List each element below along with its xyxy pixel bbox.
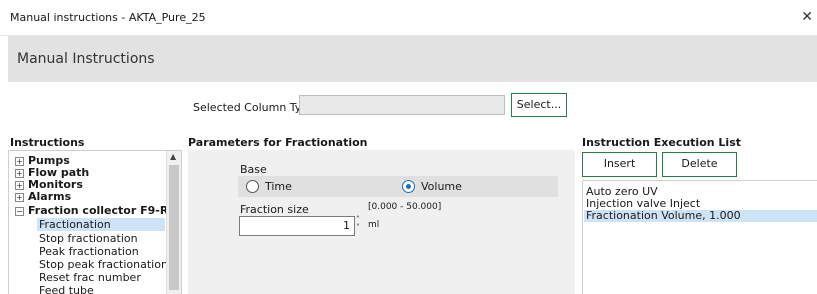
page-title: Manual Instructions bbox=[17, 51, 155, 67]
scrollbar-thumb[interactable] bbox=[169, 165, 179, 290]
execution-list-title: Instruction Execution List bbox=[582, 136, 742, 149]
instructions-title: Instructions bbox=[10, 136, 85, 149]
execution-list: Auto zero UV Injection valve Inject Frac… bbox=[582, 180, 817, 294]
fraction-size-input[interactable]: 1 bbox=[239, 216, 355, 236]
fraction-size-range: [0.000 - 50.000] bbox=[368, 202, 442, 212]
delete-button[interactable]: Delete bbox=[662, 152, 737, 177]
parameters-title: Parameters for Fractionation bbox=[188, 136, 368, 149]
title-bar: Manual instructions - AKTA_Pure_25 ✕ bbox=[0, 0, 817, 36]
column-type-label: Selected Column Type bbox=[193, 101, 316, 114]
expand-icon[interactable]: + bbox=[15, 193, 24, 202]
tree-group-fraction-collector[interactable]: − Fraction collector F9-R bbox=[15, 204, 168, 217]
expand-icon[interactable]: + bbox=[15, 169, 24, 178]
tree-item-stop-peak-fractionation[interactable]: Stop peak fractionation bbox=[39, 258, 168, 271]
close-icon[interactable]: ✕ bbox=[801, 9, 813, 25]
radio-time-label: Time bbox=[265, 180, 292, 193]
collapse-icon[interactable]: − bbox=[15, 207, 24, 216]
insert-button[interactable]: Insert bbox=[582, 152, 657, 177]
expand-icon[interactable]: + bbox=[15, 181, 24, 190]
tree-item-peak-fractionation[interactable]: Peak fractionation bbox=[39, 245, 139, 258]
scroll-up-icon[interactable]: ▲ bbox=[170, 152, 176, 161]
execution-item-selected[interactable]: Fractionation Volume, 1.000 bbox=[584, 210, 817, 222]
radio-time[interactable]: Time bbox=[246, 180, 292, 193]
radio-volume-label: Volume bbox=[421, 180, 462, 193]
fraction-size-unit: ml bbox=[368, 220, 380, 230]
parameters-panel: Base Time Volume Fraction size [0.000 - … bbox=[188, 150, 575, 294]
tree-group-label: Alarms bbox=[28, 190, 72, 203]
tree-group-alarms[interactable]: + Alarms bbox=[15, 190, 71, 203]
radio-unchecked-icon[interactable] bbox=[246, 180, 259, 193]
window-title: Manual instructions - AKTA_Pure_25 bbox=[10, 11, 206, 24]
base-label: Base bbox=[240, 163, 267, 176]
tree-item-fractionation[interactable]: Fractionation bbox=[37, 218, 165, 231]
spinner-icon[interactable]: ˄ ˅ bbox=[356, 216, 360, 232]
expand-icon[interactable]: + bbox=[15, 157, 24, 166]
radio-volume[interactable]: Volume bbox=[402, 180, 462, 193]
page-header: Manual Instructions bbox=[8, 36, 817, 82]
base-radio-group: Time Volume bbox=[238, 176, 558, 197]
tree-item-reset-frac-number[interactable]: Reset frac number bbox=[39, 271, 141, 284]
select-column-button[interactable]: Select... bbox=[511, 93, 567, 117]
tree-group-label: Fraction collector F9-R bbox=[28, 204, 169, 217]
radio-checked-icon[interactable] bbox=[402, 180, 415, 193]
tree-item-stop-fractionation[interactable]: Stop fractionation bbox=[39, 232, 138, 245]
tree-scrollbar[interactable]: ▲ bbox=[166, 151, 181, 294]
tree-item-feed-tube[interactable]: Feed tube bbox=[39, 284, 94, 294]
fraction-size-label: Fraction size bbox=[240, 203, 309, 216]
column-type-field bbox=[299, 95, 505, 115]
instructions-tree: + Pumps + Flow path + Monitors + Alarms − Fra… bbox=[8, 150, 182, 294]
